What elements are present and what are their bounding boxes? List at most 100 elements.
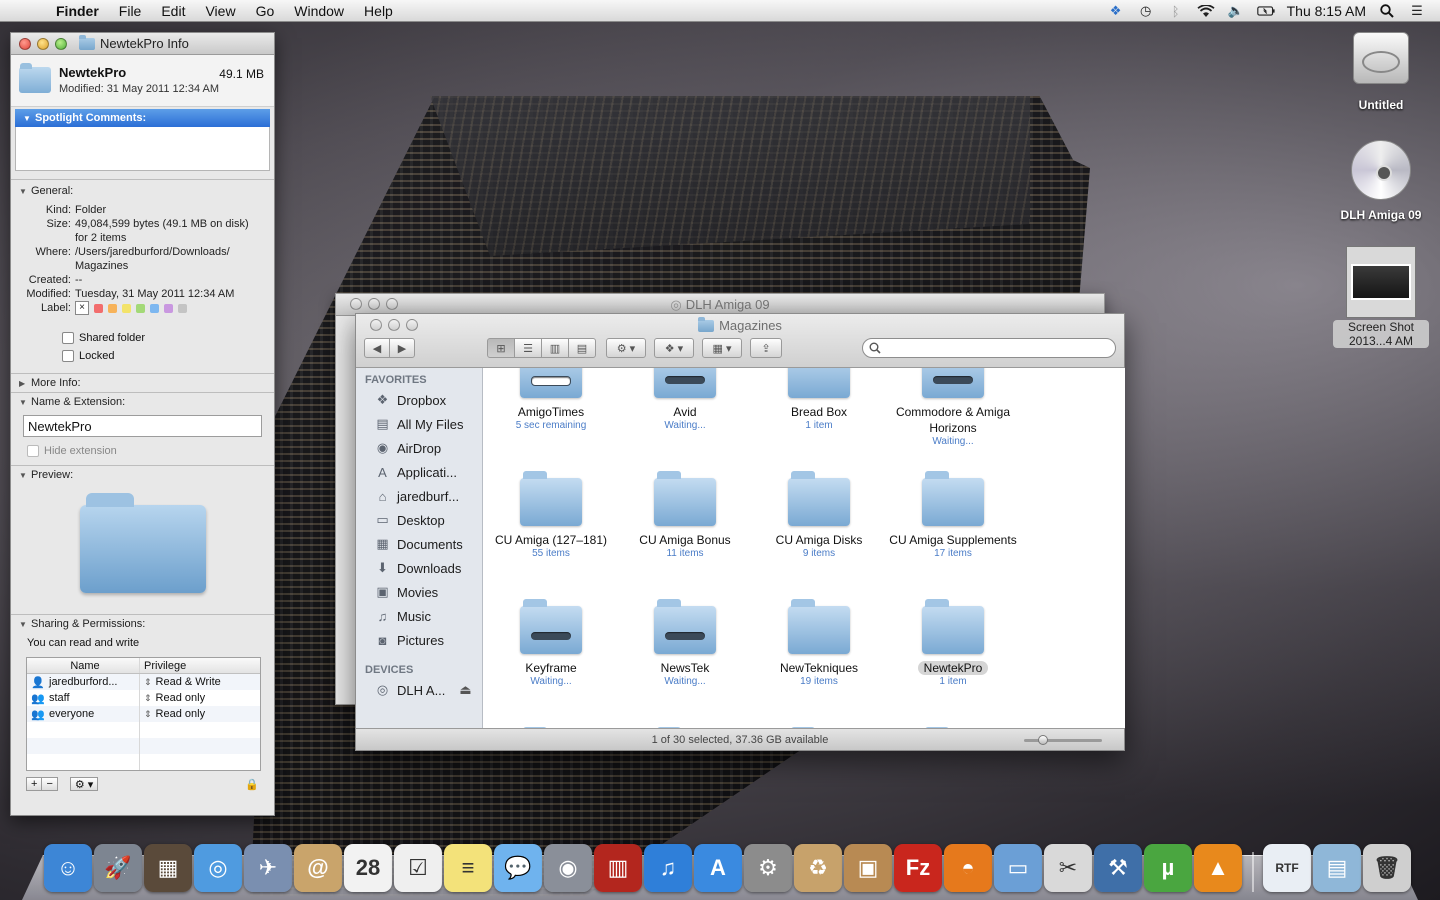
- hide-extension-checkbox[interactable]: Hide extension: [11, 445, 274, 457]
- notification-center-icon[interactable]: ☰: [1408, 3, 1426, 18]
- itunes-icon[interactable]: ♫: [644, 844, 692, 892]
- section-spotlight-comments[interactable]: ▼ Spotlight Comments:: [15, 109, 270, 127]
- remove-user-button[interactable]: −: [41, 777, 58, 791]
- label-color-picker[interactable]: ×: [75, 301, 260, 315]
- dropbox-icon[interactable]: ❖: [1107, 3, 1125, 18]
- sidebar-item-downloads[interactable]: ⬇ Downloads: [356, 556, 482, 580]
- permission-privilege[interactable]: Read only: [156, 692, 206, 704]
- permission-row[interactable]: 👥 everyone ⇕ Read only: [27, 706, 260, 722]
- section-sharing-permissions[interactable]: ▼ Sharing & Permissions:: [11, 615, 274, 633]
- list-view-icon[interactable]: ☰: [514, 338, 542, 358]
- column-header-privilege[interactable]: Privilege: [140, 658, 186, 673]
- sidebar-item-movies[interactable]: ▣ Movies: [356, 580, 482, 604]
- popup-arrows-icon[interactable]: ⇕: [144, 709, 152, 720]
- label-color-swatch[interactable]: [164, 303, 173, 313]
- minimize-button[interactable]: [368, 298, 380, 310]
- arrange-button[interactable]: ▦ ▾: [702, 338, 742, 358]
- section-name-extension[interactable]: ▼ Name & Extension:: [11, 393, 274, 411]
- spotlight-search-icon[interactable]: [1378, 4, 1396, 18]
- forward-button[interactable]: ▶: [389, 338, 415, 358]
- label-color-swatch[interactable]: [108, 303, 117, 313]
- search-field[interactable]: [862, 338, 1116, 358]
- facetime-icon[interactable]: ◉: [544, 844, 592, 892]
- dropbox-menu-button[interactable]: ❖ ▾: [654, 338, 694, 358]
- label-color-swatch[interactable]: [94, 303, 103, 313]
- popup-arrows-icon[interactable]: ⇕: [144, 677, 152, 688]
- sidebar-item-pictures[interactable]: ◙ Pictures: [356, 628, 482, 652]
- sidebar-item-airdrop[interactable]: ◉ AirDrop: [356, 436, 482, 460]
- sidebar-item-home[interactable]: ⌂ jaredburf...: [356, 484, 482, 508]
- locked-checkbox[interactable]: Locked: [11, 347, 274, 365]
- sidebar-item-dropbox[interactable]: ❖ Dropbox: [356, 388, 482, 412]
- folder-item[interactable]: CU Amiga Disks 9 items: [752, 471, 886, 560]
- utorrent-icon[interactable]: µ: [1144, 844, 1192, 892]
- folder-item[interactable]: CU Amiga Bonus 11 items: [618, 471, 752, 560]
- disk-utility-icon[interactable]: ✂: [1044, 844, 1092, 892]
- bluetooth-icon[interactable]: ᛒ: [1167, 4, 1185, 19]
- desktop-item-screenshot[interactable]: Screen Shot 2013...4 AM: [1333, 246, 1429, 348]
- section-preview[interactable]: ▼ Preview:: [11, 466, 274, 484]
- battery-icon[interactable]: [1256, 4, 1275, 18]
- sidebar-item-music[interactable]: ♫ Music: [356, 604, 482, 628]
- cover-flow-icon[interactable]: ▤: [568, 338, 596, 358]
- permission-row[interactable]: 👥 staff ⇕ Read only: [27, 690, 260, 706]
- folder-item[interactable]: NewtekPro 1 item: [886, 596, 1020, 688]
- compress-icon[interactable]: ▣: [844, 844, 892, 892]
- sidebar-item-applications[interactable]: A Applicati...: [356, 460, 482, 484]
- spotlight-comments-field[interactable]: [15, 127, 270, 171]
- lock-icon[interactable]: 🔒: [245, 778, 259, 791]
- filezilla-icon[interactable]: Fz: [894, 844, 942, 892]
- folder-item[interactable]: Avid Waiting...: [618, 368, 752, 432]
- name-field[interactable]: NewtekPro: [23, 415, 262, 437]
- permission-privilege[interactable]: Read & Write: [156, 676, 221, 688]
- automator-icon[interactable]: ⚒: [1094, 844, 1142, 892]
- archive-utility-icon[interactable]: ♻: [794, 844, 842, 892]
- eject-icon[interactable]: ⏏: [459, 682, 471, 698]
- menu-go[interactable]: Go: [246, 3, 285, 19]
- trash-icon[interactable]: 🗑: [1363, 844, 1411, 892]
- share-button[interactable]: ⇪: [750, 338, 782, 358]
- info-window[interactable]: NewtekPro Info NewtekPro Modified: 31 Ma…: [10, 32, 275, 816]
- photo-browser-icon[interactable]: ▦: [144, 844, 192, 892]
- launchpad-icon[interactable]: 🚀: [94, 844, 142, 892]
- folder-item[interactable]: Commodore & Amiga Horizons Waiting...: [886, 368, 1020, 448]
- safari-icon[interactable]: ◎: [194, 844, 242, 892]
- menu-help[interactable]: Help: [354, 3, 403, 19]
- icon-size-slider[interactable]: [1024, 735, 1102, 745]
- no-label-button[interactable]: ×: [75, 301, 89, 315]
- desktop-item-dlh-amiga[interactable]: DLH Amiga 09: [1333, 140, 1429, 222]
- photo-booth-icon[interactable]: ▥: [594, 844, 642, 892]
- sidebar-item-desktop[interactable]: ▭ Desktop: [356, 508, 482, 532]
- label-color-swatch[interactable]: [122, 303, 131, 313]
- address-book-icon[interactable]: @: [294, 844, 342, 892]
- icon-view-icon[interactable]: ⊞: [487, 338, 515, 358]
- calendar-icon[interactable]: 28: [344, 844, 392, 892]
- section-more-info[interactable]: ▶ More Info:: [11, 374, 274, 392]
- firefox-icon[interactable]: ◓: [944, 844, 992, 892]
- menu-app-finder[interactable]: Finder: [46, 3, 109, 19]
- column-view-icon[interactable]: ▥: [541, 338, 569, 358]
- folder-item[interactable]: CU Amiga Supplements 17 items: [886, 471, 1020, 560]
- back-button[interactable]: ◀: [364, 338, 390, 358]
- sidebar-item-documents[interactable]: ▦ Documents: [356, 532, 482, 556]
- remote-desktop-icon[interactable]: ▭: [994, 844, 1042, 892]
- wifi-icon[interactable]: [1197, 4, 1215, 18]
- mail-stamp-icon[interactable]: ✈: [244, 844, 292, 892]
- desktop-item-untitled[interactable]: Untitled: [1333, 32, 1429, 112]
- folder-item[interactable]: NewTekniques 19 items: [752, 599, 886, 688]
- menu-window[interactable]: Window: [284, 3, 354, 19]
- menu-file[interactable]: File: [109, 3, 152, 19]
- add-user-button[interactable]: +: [26, 777, 43, 791]
- close-button[interactable]: [19, 37, 31, 50]
- menu-clock[interactable]: Thu 8:15 AM: [1287, 3, 1366, 19]
- reminders-icon[interactable]: ☑: [394, 844, 442, 892]
- zoom-button[interactable]: [386, 298, 398, 310]
- folder-item[interactable]: NewsTek Waiting...: [618, 599, 752, 688]
- permissions-action-button[interactable]: ⚙ ▾: [69, 777, 99, 791]
- label-color-swatch[interactable]: [178, 303, 187, 313]
- label-color-swatch[interactable]: [150, 303, 159, 313]
- minimize-button[interactable]: [37, 37, 49, 50]
- column-header-name[interactable]: Name: [27, 658, 140, 673]
- popup-arrows-icon[interactable]: ⇕: [144, 693, 152, 704]
- shared-folder-checkbox[interactable]: Shared folder: [11, 329, 274, 347]
